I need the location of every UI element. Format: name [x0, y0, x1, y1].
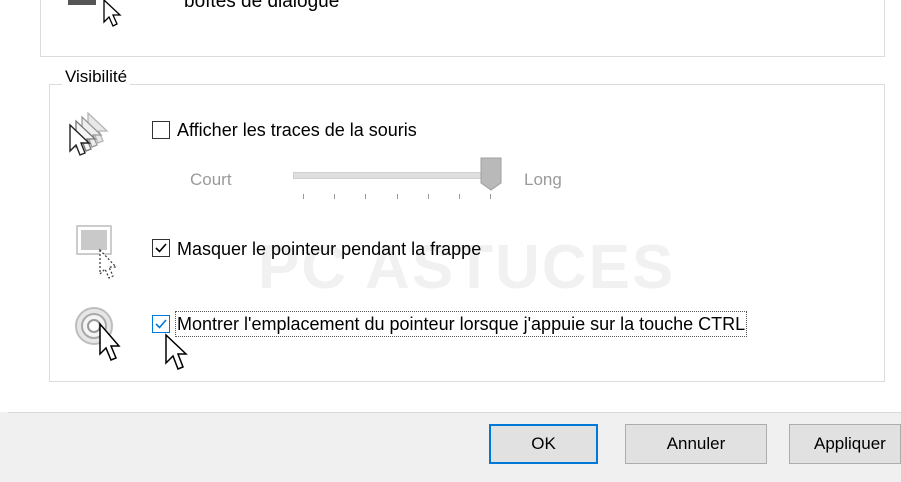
previous-option-label: boîtes de dialogue	[184, 0, 340, 12]
slider-tick	[428, 194, 429, 199]
previous-group-box	[40, 0, 885, 57]
cancel-button[interactable]: Annuler	[625, 424, 767, 464]
slider-tick	[397, 194, 398, 199]
slider-tick	[490, 194, 491, 199]
slider-short-label: Court	[190, 170, 232, 189]
hide-pointer-icon	[76, 224, 128, 285]
snap-to-icon	[68, 0, 138, 39]
mouse-properties-dialog: boîtes de dialogue Visibilité Afficher l…	[0, 0, 901, 482]
mouse-cursor-icon	[164, 333, 188, 378]
slider-tick	[459, 194, 460, 199]
slider-tick	[303, 194, 304, 199]
visibility-group-title: Visibilité	[62, 66, 131, 88]
hide-pointer-checkbox[interactable]	[152, 239, 170, 257]
apply-button[interactable]: Appliquer	[789, 424, 901, 464]
trails-slider-thumb[interactable]	[480, 157, 502, 196]
slider-tick	[365, 194, 366, 199]
slider-long-label: Long	[524, 170, 562, 189]
trails-length-slider[interactable]	[293, 172, 493, 179]
trails-label: Afficher les traces de la souris	[177, 120, 417, 140]
show-location-label: Montrer l'emplacement du pointeur lorsqu…	[174, 311, 748, 337]
trails-checkbox[interactable]	[152, 121, 170, 139]
hide-pointer-label: Masquer le pointeur pendant la frappe	[177, 239, 482, 259]
pointer-location-icon	[74, 304, 136, 371]
slider-tick	[334, 194, 335, 199]
show-location-checkbox[interactable]	[152, 315, 170, 333]
mouse-trails-icon	[66, 111, 128, 168]
ok-button[interactable]: OK	[489, 424, 598, 464]
